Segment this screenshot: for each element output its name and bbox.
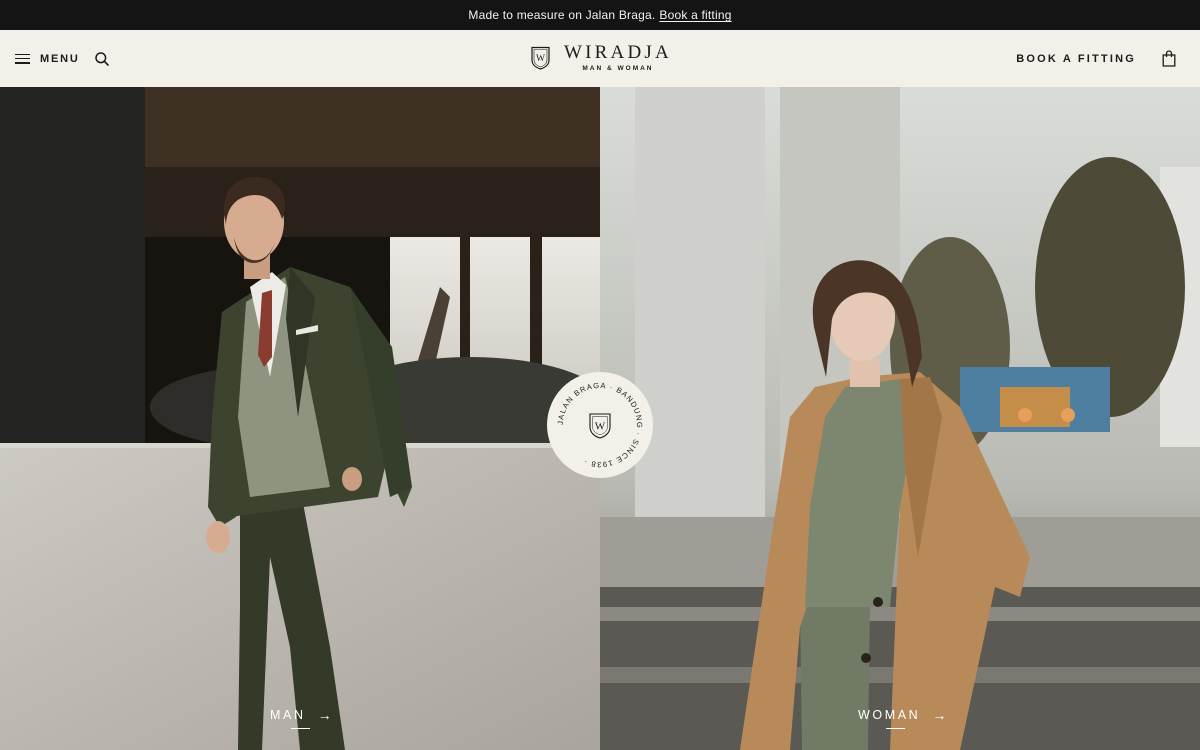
search-icon[interactable] xyxy=(94,51,110,67)
woman-hero-image xyxy=(600,87,1200,750)
shield-logo-icon: W xyxy=(531,46,550,70)
brand-name: WIRADJA xyxy=(564,42,672,63)
heritage-seal-icon: JALAN BRAGA · BANDUNG · SINCE 1938 · W xyxy=(556,381,643,469)
brand-logo[interactable]: W WIRADJA MAN & WOMAN xyxy=(531,42,672,72)
heritage-badge: JALAN BRAGA · BANDUNG · SINCE 1938 · W xyxy=(547,372,653,478)
announcement-text: Made to measure on Jalan Braga. xyxy=(468,8,656,22)
menu-label: MENU xyxy=(40,52,80,65)
man-link[interactable]: MAN → xyxy=(270,707,332,723)
man-hero-image xyxy=(0,87,600,750)
man-underline xyxy=(291,728,310,729)
arrow-right-icon: → xyxy=(317,707,332,723)
woman-link[interactable]: WOMAN → xyxy=(858,707,946,723)
svg-text:W: W xyxy=(536,54,545,64)
menu-button[interactable]: MENU xyxy=(15,30,80,87)
man-label: MAN xyxy=(270,708,306,722)
announcement-bar: Made to measure on Jalan Braga. Book a f… xyxy=(0,0,1200,30)
brand-tagline: MAN & WOMAN xyxy=(582,65,654,72)
site-header: MENU W WIRADJA MAN & WOMAN BOOK A FITTIN… xyxy=(0,30,1200,87)
hamburger-icon xyxy=(15,53,30,64)
woman-label: WOMAN xyxy=(858,708,921,722)
woman-collection-panel[interactable] xyxy=(600,87,1200,750)
shopping-bag-icon[interactable] xyxy=(1162,50,1176,67)
book-fitting-link[interactable]: Book a fitting xyxy=(659,8,731,22)
man-collection-panel[interactable] xyxy=(0,87,600,750)
svg-text:W: W xyxy=(595,421,606,433)
book-fitting-button[interactable]: BOOK A FITTING xyxy=(1016,30,1136,87)
woman-underline xyxy=(886,728,905,729)
arrow-right-icon: → xyxy=(932,707,947,723)
